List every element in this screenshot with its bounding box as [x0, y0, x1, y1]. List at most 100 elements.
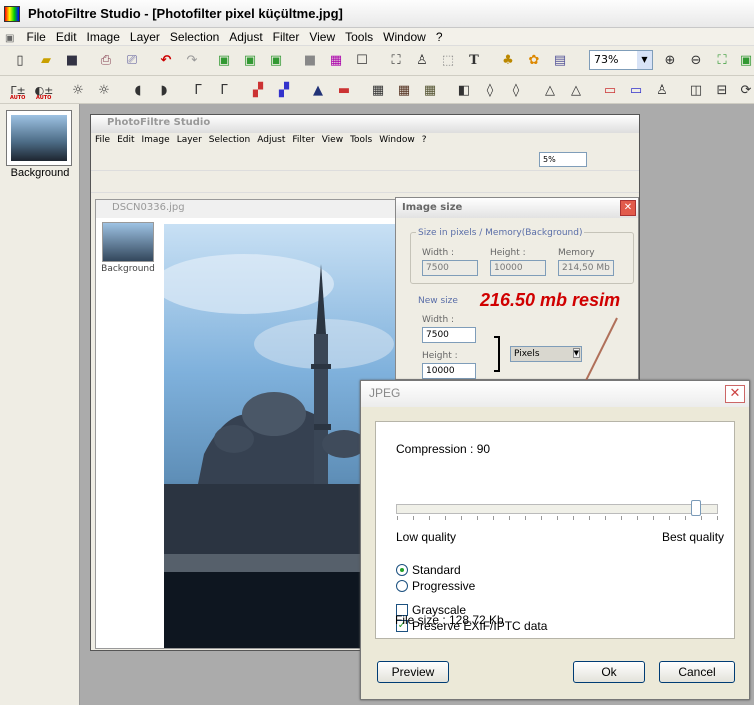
embedded-menu-tools: Tools [350, 135, 373, 145]
slider-tick [637, 516, 638, 520]
menu-tools[interactable]: Tools [340, 28, 378, 46]
contrast-down-icon[interactable]: ◖ [128, 81, 148, 101]
embedded-title: PhotoFiltre Studio [91, 115, 639, 133]
selection-icon[interactable]: ⬚ [438, 51, 458, 71]
unit-select[interactable]: Pixels ▼ [510, 346, 582, 362]
figure-icon[interactable]: ♙ [412, 51, 432, 71]
auto-contrast-label: AUTO [36, 95, 52, 101]
save-icon[interactable]: ■ [62, 51, 82, 71]
slider-tick [445, 516, 446, 520]
contour-icon[interactable]: ⛶ [386, 51, 406, 71]
menu-file[interactable]: File [22, 28, 51, 46]
menu-filter[interactable]: Filter [268, 28, 305, 46]
memory-label: Memory [558, 248, 595, 258]
paste-image-icon[interactable]: ▣ [240, 51, 260, 71]
grid-icon-3[interactable]: ▦ [420, 81, 440, 101]
gray-square-icon[interactable]: ■ [300, 51, 320, 71]
menu-window[interactable]: Window [378, 28, 431, 46]
flip-h-icon[interactable]: ◫ [686, 81, 706, 101]
grid-icon-2[interactable]: ▦ [394, 81, 414, 101]
zoom-in-icon[interactable]: ⊕ [660, 51, 680, 71]
grid-icon-1[interactable]: ▦ [368, 81, 388, 101]
fit-image-icon[interactable]: ⛶ [712, 51, 732, 71]
ok-button[interactable]: Ok [573, 661, 645, 683]
gamma-down-icon[interactable]: Γ [188, 81, 208, 101]
blur-icon[interactable]: ◧ [454, 81, 474, 101]
app-logo-icon [4, 6, 20, 22]
frame-icon[interactable]: ▭ [626, 81, 646, 101]
width-value: 7500 [422, 260, 478, 276]
color-grid-icon[interactable]: ▦ [326, 51, 346, 71]
new-height-input[interactable]: 10000 [422, 363, 476, 379]
progressive-label: Progressive [412, 579, 476, 593]
embedded-toolbar-2 [91, 171, 639, 193]
mask-figure-icon[interactable]: ♙ [652, 81, 672, 101]
tree-icon[interactable]: ♣ [498, 51, 518, 71]
cancel-button[interactable]: Cancel [659, 661, 735, 683]
layer-thumbnail[interactable] [6, 110, 72, 166]
menu-bar: ▣ File Edit Image Layer Selection Adjust Filte… [0, 28, 754, 46]
menu-edit[interactable]: Edit [51, 28, 82, 46]
jpeg-close-icon[interactable]: ✕ [725, 385, 745, 403]
triangle-icon-1[interactable]: △ [540, 81, 560, 101]
open-folder-icon[interactable]: ▰ [36, 51, 56, 71]
embedded-toolbar-1: 5% [91, 149, 639, 171]
flip-v-icon[interactable]: ⊟ [712, 81, 732, 101]
layer-thumbnail-image [11, 115, 67, 161]
system-menu-icon[interactable]: ▣ [0, 31, 18, 46]
drop-icon-2[interactable]: ◊ [506, 81, 526, 101]
mountain-icon[interactable]: ▲ [308, 81, 328, 101]
print-icon[interactable]: ⎙ [96, 51, 116, 71]
unit-dropdown-icon[interactable]: ▼ [572, 348, 580, 358]
puzzle-icon[interactable]: ✿ [524, 51, 544, 71]
window-icon[interactable]: ▤ [550, 51, 570, 71]
scan-icon[interactable]: ⎚ [122, 51, 142, 71]
low-quality-label: Low quality [396, 530, 457, 544]
gradient-icon[interactable]: ▭ [600, 81, 620, 101]
preview-button[interactable]: Preview [377, 661, 449, 683]
menu-view[interactable]: View [304, 28, 340, 46]
zoom-select[interactable]: 73% ▼ [589, 50, 653, 70]
redo-icon[interactable]: ↷ [182, 51, 202, 71]
compression-slider[interactable] [396, 504, 718, 514]
menu-layer[interactable]: Layer [125, 28, 165, 46]
menu-help[interactable]: ? [431, 28, 448, 46]
gamma-up-icon[interactable]: Γ [214, 81, 234, 101]
embedded-menu-file: File [95, 135, 111, 145]
copy-image-icon[interactable]: ▣ [214, 51, 234, 71]
actual-size-icon[interactable]: ▣ [736, 51, 754, 71]
slider-tick [525, 516, 526, 520]
saturation-up-icon[interactable]: ▞ [274, 81, 294, 101]
zoom-out-icon[interactable]: ⊖ [686, 51, 706, 71]
text-tool-icon[interactable]: T [464, 51, 484, 71]
size-memory-group [410, 232, 634, 284]
progressive-radio[interactable] [396, 580, 408, 592]
slider-tick [493, 516, 494, 520]
standard-label: Standard [412, 563, 461, 577]
contrast-up-icon[interactable]: ◗ [154, 81, 174, 101]
saturation-down-icon[interactable]: ▞ [248, 81, 268, 101]
brightness-down-icon[interactable]: ☼ [68, 81, 88, 101]
brightness-up-icon[interactable]: ☼ [94, 81, 114, 101]
menu-selection[interactable]: Selection [165, 28, 224, 46]
slider-tick [605, 516, 606, 520]
image-size-close-icon[interactable]: ✕ [620, 200, 636, 216]
embedded-zoom: 5% [539, 152, 587, 167]
mask-icon[interactable]: ☐ [352, 51, 372, 71]
new-width-input[interactable]: 7500 [422, 327, 476, 343]
undo-icon[interactable]: ↶ [156, 51, 176, 71]
embedded-menu: File Edit Image Layer Selection Adjust Filter V… [91, 133, 639, 149]
compression-slider-handle[interactable] [691, 500, 701, 516]
main-toolbar: ▯ ▰ ■ ⎙ ⎚ ↶ ↷ ▣ ▣ ▣ ■ ▦ ☐ ⛶ ♙ ⬚ T ♣ ✿ ▤ … [0, 46, 754, 76]
menu-image[interactable]: Image [82, 28, 125, 46]
paste-new-icon[interactable]: ▣ [266, 51, 286, 71]
drop-icon-1[interactable]: ◊ [480, 81, 500, 101]
menu-adjust[interactable]: Adjust [224, 28, 267, 46]
rotate-icon[interactable]: ⟳ [736, 81, 754, 101]
new-file-icon[interactable]: ▯ [10, 51, 30, 71]
triangle-icon-2[interactable]: △ [566, 81, 586, 101]
color-balance-icon[interactable]: ▬ [334, 81, 354, 101]
new-height-label: Height : [422, 351, 458, 361]
standard-radio[interactable] [396, 564, 408, 576]
chevron-down-icon[interactable]: ▼ [637, 51, 652, 69]
